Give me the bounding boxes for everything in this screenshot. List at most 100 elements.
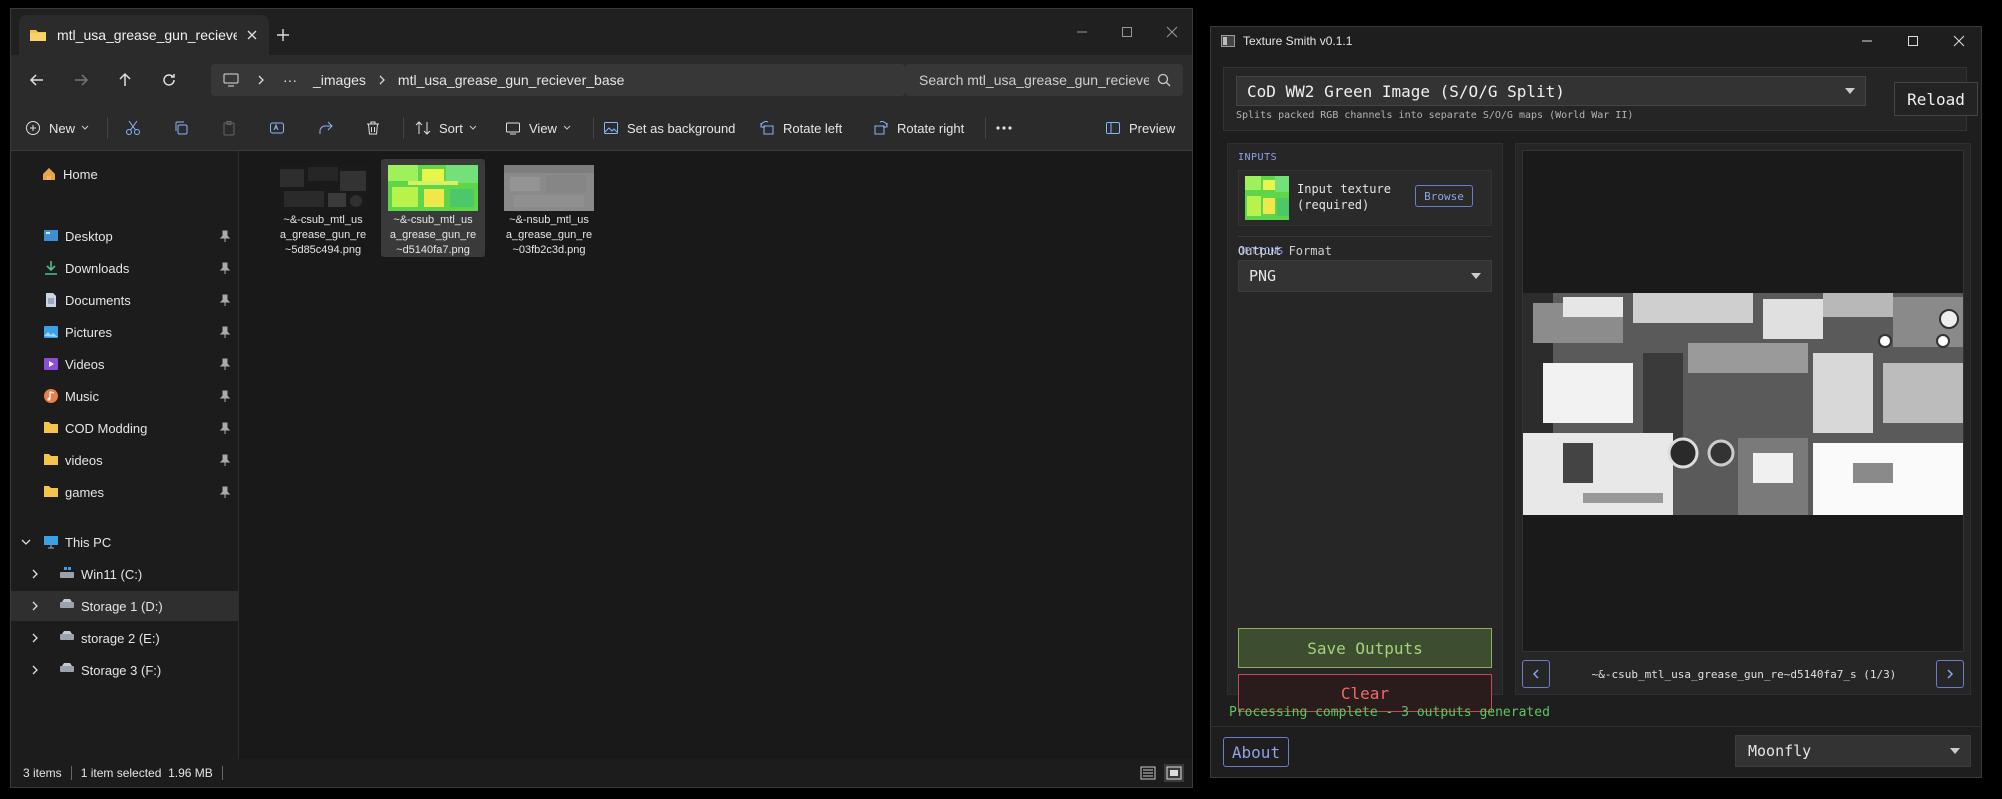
delete-button[interactable] [365,105,381,151]
chevron-left-icon [1532,669,1540,679]
pin-icon[interactable] [220,262,230,274]
profile-dropdown[interactable]: CoD WW2 Green Image (S/O/G Split) [1236,76,1866,106]
sidebar-item-pictures[interactable]: Pictures [11,317,238,347]
selection-info: 1 item selected 1.96 MB [80,766,213,780]
sidebar-item-drive-e[interactable]: storage 2 (E:) [11,623,238,653]
output-format-dropdown[interactable]: PNG [1238,260,1492,292]
navigation-pane: Home Desktop Downloads Documents Picture… [11,151,239,759]
rotate-left-button[interactable]: Rotate left [759,105,842,151]
chevron-right-icon[interactable] [31,601,45,611]
pin-icon[interactable] [220,358,230,370]
search-icon[interactable] [1157,73,1171,87]
close-icon[interactable] [1953,35,1965,47]
cut-button[interactable] [125,105,141,151]
pin-icon[interactable] [220,422,230,434]
sidebar-item-this-pc[interactable]: This PC [11,527,238,557]
sidebar-item-desktop[interactable]: Desktop [11,221,238,251]
pin-icon[interactable] [220,230,230,242]
pin-icon[interactable] [220,390,230,402]
next-output-button[interactable] [1936,660,1964,688]
reload-button[interactable]: Reload [1894,82,1978,116]
status-divider [70,766,72,780]
close-tab-icon[interactable] [245,28,259,42]
folder-icon [29,27,47,43]
address-bar[interactable]: ··· _images mtl_usa_grease_gun_reciever_… [211,64,905,96]
sidebar-item-label: Downloads [65,260,130,276]
more-options-button[interactable] [995,105,1013,151]
breadcrumb-images[interactable]: _images [313,72,366,88]
large-icons-view-icon[interactable] [1164,764,1184,782]
new-tab-icon[interactable] [273,25,293,45]
close-icon[interactable] [1159,19,1185,45]
about-button[interactable]: About [1223,737,1289,767]
paste-button[interactable] [221,105,237,151]
chevron-right-icon[interactable] [31,569,45,579]
preview-image [1523,151,1963,651]
sort-icon [415,120,431,136]
search-box[interactable]: Search mtl_usa_grease_gun_recieve [905,64,1183,96]
sidebar-item-drive-f[interactable]: Storage 3 (F:) [11,655,238,685]
pin-icon[interactable] [220,294,230,306]
pin-icon[interactable] [220,326,230,338]
file-item[interactable]: ~&-csub_mtl_us a_grease_gun_re ~5d85c494… [271,159,375,257]
sidebar-item-music[interactable]: Music [11,381,238,411]
new-button[interactable]: New [25,105,89,151]
chevron-right-icon [1946,669,1954,679]
input-thumbnail[interactable] [1245,176,1289,220]
explorer-tab[interactable]: mtl_usa_grease_gun_reciever_ [19,15,269,55]
minimize-icon[interactable] [1069,19,1095,45]
chevron-right-icon[interactable] [31,665,45,675]
minimize-icon[interactable] [1861,35,1873,47]
folder-icon [43,420,59,436]
file-item[interactable]: ~&-nsub_mtl_us a_grease_gun_re ~03fb2c3d… [497,159,601,257]
chevron-down-icon[interactable] [21,538,35,546]
forward-arrow-icon[interactable] [69,68,93,92]
sidebar-item-label: This PC [65,534,112,550]
previous-output-button[interactable] [1522,660,1550,688]
up-arrow-icon[interactable] [113,68,137,92]
sidebar-item-label: storage 2 (E:) [81,630,160,646]
sidebar-item-games[interactable]: games [11,477,238,507]
theme-dropdown[interactable]: Moonfly [1735,735,1971,767]
trash-icon [365,120,381,136]
sidebar-item-downloads[interactable]: Downloads [11,253,238,283]
sidebar-item-home[interactable]: Home [11,159,238,189]
sidebar-item-cod-modding[interactable]: COD Modding [11,413,238,443]
sort-label: Sort [439,120,463,136]
chevron-down-icon [563,125,571,131]
preview-pane-button[interactable]: Preview [1105,105,1175,151]
maximize-icon[interactable] [1114,19,1140,45]
file-item-selected[interactable]: ~&-csub_mtl_us a_grease_gun_re ~d5140fa7… [381,159,485,257]
sidebar-item-videos-folder[interactable]: videos [11,445,238,475]
address-overflow[interactable]: ··· [283,72,297,88]
rotate-right-icon [873,120,889,136]
sidebar-item-drive-d[interactable]: Storage 1 (D:) [11,591,238,621]
sidebar-item-videos[interactable]: Videos [11,349,238,379]
breadcrumb-current-folder[interactable]: mtl_usa_grease_gun_reciever_base [398,72,624,88]
chevron-right-icon[interactable] [31,633,45,643]
sort-button[interactable]: Sort [415,105,477,151]
image-icon [603,120,619,136]
browse-button[interactable]: Browse [1415,185,1473,207]
back-arrow-icon[interactable] [25,68,49,92]
tab-title: mtl_usa_grease_gun_reciever_ [57,27,237,43]
view-button[interactable]: View [505,105,571,151]
copy-button[interactable] [173,105,189,151]
sidebar-item-documents[interactable]: Documents [11,285,238,315]
pin-icon[interactable] [220,454,230,466]
search-input[interactable]: Search mtl_usa_grease_gun_recieve [919,72,1149,88]
rotate-right-label: Rotate right [897,120,965,136]
drive-icon [59,662,75,678]
rename-button[interactable] [269,105,285,151]
details-view-icon[interactable] [1140,766,1156,780]
sidebar-item-drive-c[interactable]: Win11 (C:) [11,559,238,589]
pin-icon[interactable] [220,486,230,498]
rotate-right-button[interactable]: Rotate right [873,105,964,151]
preview-image-area [1522,150,1964,652]
set-as-background-button[interactable]: Set as background [603,105,735,151]
refresh-icon[interactable] [157,68,181,92]
save-outputs-button[interactable]: Save Outputs [1238,628,1492,668]
file-thumbnail [278,165,368,211]
share-button[interactable] [317,105,333,151]
maximize-icon[interactable] [1907,35,1919,47]
